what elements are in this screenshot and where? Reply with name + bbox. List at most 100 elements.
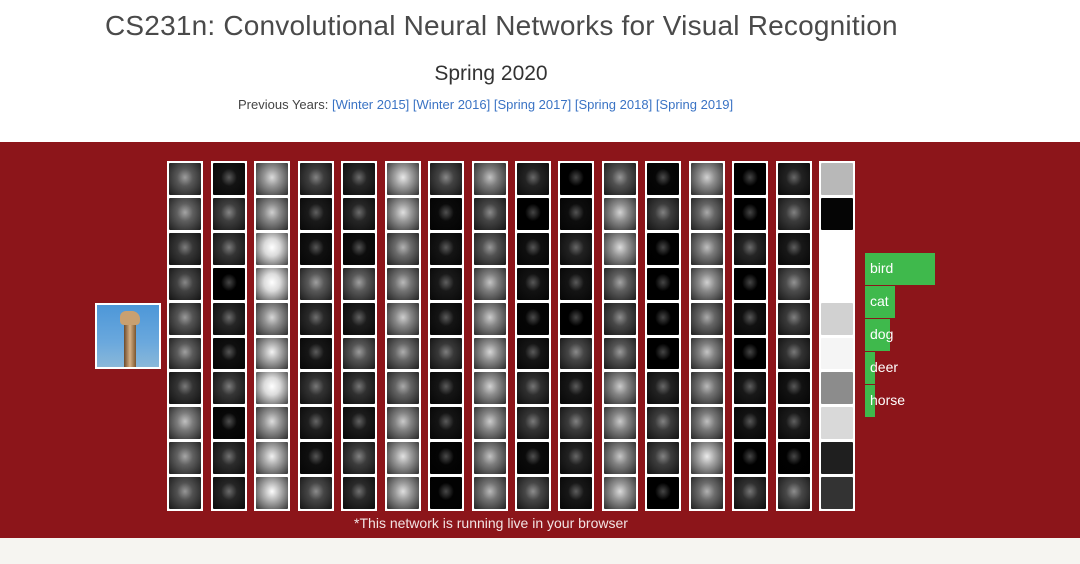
activation-map xyxy=(474,197,506,230)
activation-map xyxy=(430,477,462,510)
link-spring-2019[interactable]: [Spring 2019] xyxy=(656,97,733,112)
activation-layer-10 xyxy=(558,161,594,511)
activation-map xyxy=(778,407,810,440)
activation-map xyxy=(821,232,853,265)
activation-map xyxy=(517,442,549,475)
activation-map xyxy=(778,477,810,510)
page-title: CS231n: Convolutional Neural Networks fo… xyxy=(105,10,898,41)
activation-map xyxy=(256,197,288,230)
activation-map xyxy=(256,302,288,335)
activation-map xyxy=(821,442,853,475)
activation-layer-9 xyxy=(515,161,551,511)
activation-map xyxy=(387,302,419,335)
link-winter-2016[interactable]: [Winter 2016] xyxy=(413,97,490,112)
activation-map xyxy=(169,163,201,195)
activation-map xyxy=(430,197,462,230)
activation-map xyxy=(734,477,766,510)
activation-layer-3 xyxy=(254,161,290,511)
activation-map xyxy=(647,407,679,440)
activation-map xyxy=(430,407,462,440)
activation-map xyxy=(430,442,462,475)
activation-map xyxy=(430,163,462,195)
link-winter-2015[interactable]: [Winter 2015] xyxy=(332,97,409,112)
activation-map xyxy=(604,267,636,300)
activation-map xyxy=(604,372,636,405)
activation-map xyxy=(300,197,332,230)
previous-years-label: Previous Years: xyxy=(238,97,329,112)
activation-map xyxy=(604,477,636,510)
activation-map xyxy=(517,302,549,335)
activation-map xyxy=(691,407,723,440)
activation-map xyxy=(821,337,853,370)
activation-map xyxy=(734,232,766,265)
activation-map xyxy=(821,477,853,510)
activation-map xyxy=(647,477,679,510)
activation-map xyxy=(213,197,245,230)
activation-map xyxy=(387,163,419,195)
activation-map xyxy=(560,267,592,300)
activation-map xyxy=(778,232,810,265)
activation-map xyxy=(300,477,332,510)
activation-map xyxy=(169,442,201,475)
activation-map xyxy=(213,407,245,440)
activation-map xyxy=(734,337,766,370)
activation-map xyxy=(387,337,419,370)
activation-map xyxy=(169,197,201,230)
activation-map xyxy=(560,477,592,510)
activation-map xyxy=(169,232,201,265)
activation-map xyxy=(560,407,592,440)
activation-layer-7 xyxy=(428,161,464,511)
activation-map xyxy=(474,372,506,405)
activation-map xyxy=(560,372,592,405)
activation-map xyxy=(213,477,245,510)
activation-map xyxy=(560,163,592,195)
link-spring-2018[interactable]: [Spring 2018] xyxy=(575,97,652,112)
activation-map xyxy=(517,477,549,510)
activation-map xyxy=(821,407,853,440)
activation-map xyxy=(691,232,723,265)
activation-map xyxy=(256,372,288,405)
activation-map xyxy=(691,442,723,475)
activation-map xyxy=(430,267,462,300)
activation-map xyxy=(343,442,375,475)
activation-map xyxy=(778,163,810,195)
prediction-label: bird xyxy=(870,260,894,276)
activation-map xyxy=(734,197,766,230)
activation-map xyxy=(387,232,419,265)
activation-map xyxy=(343,267,375,300)
activation-map xyxy=(734,267,766,300)
activation-map xyxy=(256,232,288,265)
activation-map xyxy=(256,407,288,440)
activation-map xyxy=(691,267,723,300)
activation-map xyxy=(300,372,332,405)
activation-map xyxy=(517,407,549,440)
activation-map xyxy=(474,302,506,335)
activation-map xyxy=(300,232,332,265)
activation-layer-13 xyxy=(689,161,725,511)
activation-map xyxy=(430,302,462,335)
activation-map xyxy=(430,232,462,265)
activation-map xyxy=(604,302,636,335)
activation-map xyxy=(213,232,245,265)
prediction-label: deer xyxy=(870,359,899,375)
activation-map xyxy=(560,337,592,370)
activation-layer-1 xyxy=(167,161,203,511)
link-spring-2017[interactable]: [Spring 2017] xyxy=(494,97,571,112)
activation-map xyxy=(517,232,549,265)
page-footer-strip xyxy=(0,538,1080,564)
activation-layer-8 xyxy=(472,161,508,511)
activation-map xyxy=(256,337,288,370)
activation-map xyxy=(300,442,332,475)
activation-map xyxy=(169,407,201,440)
activation-map xyxy=(343,337,375,370)
activation-map xyxy=(821,302,853,335)
activation-map xyxy=(734,163,766,195)
live-demo-note: *This network is running live in your br… xyxy=(354,515,628,531)
activation-layer-12 xyxy=(645,161,681,511)
activation-map xyxy=(387,477,419,510)
prediction-label: dog xyxy=(870,326,894,342)
activation-map xyxy=(387,407,419,440)
term-subtitle: Spring 2020 xyxy=(434,62,548,85)
activation-map xyxy=(387,267,419,300)
activation-map xyxy=(387,197,419,230)
